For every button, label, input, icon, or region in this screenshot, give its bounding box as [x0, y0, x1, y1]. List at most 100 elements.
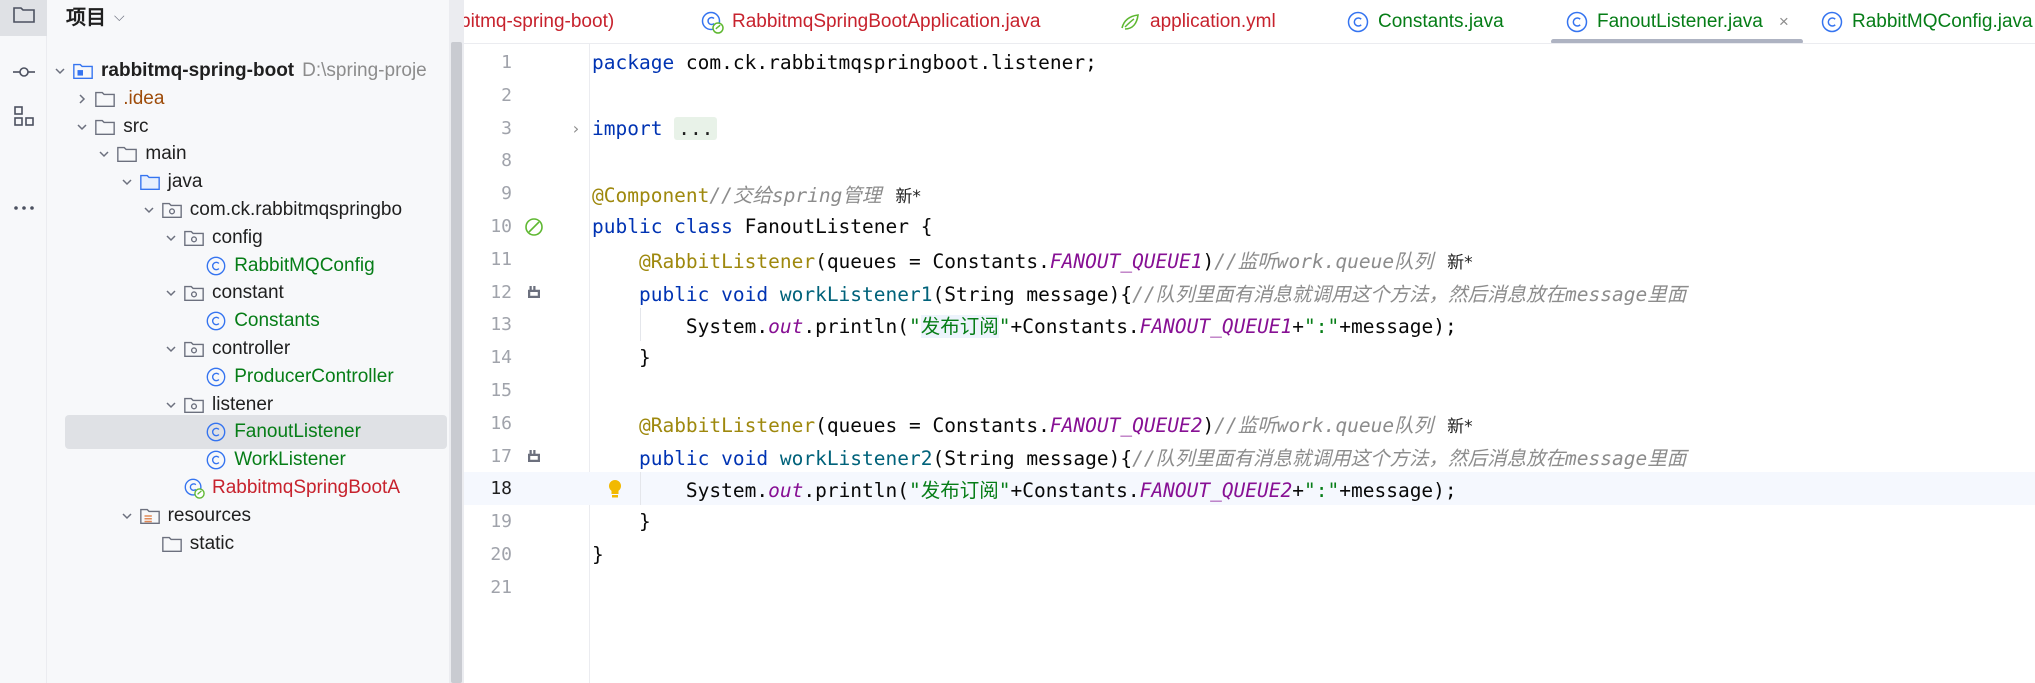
- code-text: ): [1202, 249, 1215, 273]
- code-content: public void workListener1(String message…: [592, 278, 1686, 307]
- editor-tab[interactable]: RabbitMQConfig.java: [1820, 0, 2033, 43]
- gutter-marker[interactable]: [520, 442, 548, 470]
- class-icon: [204, 365, 228, 389]
- spring-yml-icon: [1118, 10, 1142, 34]
- code-content: @RabbitListener(queues = Constants.FANOU…: [592, 409, 1473, 438]
- constant: FANOUT_QUEUE2: [1139, 479, 1293, 503]
- tree-item-label: com.ck.rabbitmqspringbo: [189, 199, 403, 220]
- editor-tab[interactable]: application.yml: [1118, 0, 1276, 43]
- code-line[interactable]: 1 package com.ck.rabbitmqspringboot.liste…: [464, 46, 2035, 79]
- editor-tab[interactable]: FanoutListener.java ×: [1551, 0, 1803, 43]
- keyword: public void: [638, 446, 769, 470]
- close-icon[interactable]: ×: [1779, 12, 1789, 32]
- more-tools-button[interactable]: [0, 186, 47, 230]
- author-hint: 新*: [895, 187, 921, 208]
- code-line[interactable]: 18 System.out.println("发布订阅"+Constants.F…: [464, 472, 2035, 506]
- chevron-down-icon[interactable]: [93, 143, 115, 165]
- chevron-down-icon[interactable]: [160, 227, 182, 249]
- folder-icon: [12, 7, 35, 23]
- code-line[interactable]: 21: [464, 571, 2035, 604]
- class-icon: [204, 448, 228, 472]
- line-number: 14: [490, 347, 512, 369]
- string: 发布订阅: [920, 315, 999, 339]
- code-line[interactable]: 2: [464, 79, 2035, 112]
- tree-item-label: RabbitmqSpringBootA: [212, 477, 400, 498]
- code-line[interactable]: 12 public void workListener1(String mess…: [464, 276, 2035, 309]
- class-icon: [1565, 10, 1589, 34]
- code-line[interactable]: 13 System.out.println("发布订阅"+Constants.F…: [464, 308, 2035, 341]
- code-line[interactable]: 10 public class FanoutListener {: [464, 210, 2035, 243]
- code-line[interactable]: 14 }: [464, 341, 2035, 374]
- code-line[interactable]: 15: [464, 374, 2035, 407]
- chevron-right-icon[interactable]: ›: [571, 119, 581, 138]
- chevron-down-icon[interactable]: [71, 116, 93, 138]
- line-number: 16: [490, 412, 512, 434]
- package-icon: [160, 198, 184, 222]
- chevron-right-icon[interactable]: [71, 88, 93, 110]
- chevron-down-icon[interactable]: [49, 60, 71, 82]
- line-number: 1: [501, 52, 512, 73]
- chevron-down-icon[interactable]: [160, 282, 182, 304]
- annotation: @RabbitListener: [638, 249, 816, 273]
- editor-tab[interactable]: bitmq-spring-boot): [464, 0, 615, 43]
- tree-item-label: rabbitmq-spring-boot: [101, 60, 295, 81]
- code-content: public void workListener2(String message…: [592, 442, 1686, 471]
- source-folder-icon: [138, 170, 162, 194]
- line-number: 21: [490, 576, 512, 598]
- tree-item-label: FanoutListener: [234, 421, 361, 443]
- commit-tool-button[interactable]: [0, 50, 47, 94]
- code-text: System.: [685, 315, 769, 339]
- tree-item[interactable]: static: [47, 526, 449, 562]
- comment: //监听work.queue队列: [1214, 413, 1434, 437]
- scrollbar-thumb[interactable]: [451, 42, 462, 683]
- chevron-down-icon[interactable]: [138, 199, 160, 221]
- tree-item-label: RabbitMQConfig: [234, 254, 375, 276]
- code-editor[interactable]: 1 package com.ck.rabbitmqspringboot.liste…: [464, 44, 2035, 683]
- tree-item-label: controller: [212, 338, 291, 359]
- editor-tab[interactable]: RabbitmqSpringBootApplication.java: [700, 0, 1041, 43]
- code-line[interactable]: 9 @Component//交给spring管理 新*: [464, 177, 2035, 210]
- tree-item-label: ProducerController: [234, 365, 394, 387]
- code-content: @Component//交给spring管理 新*: [592, 179, 921, 208]
- constant: FANOUT_QUEUE1: [1139, 315, 1293, 339]
- package-icon: [182, 337, 206, 361]
- keyword: public class: [592, 215, 733, 238]
- code-line[interactable]: 8: [464, 144, 2035, 177]
- class-icon: [1820, 10, 1844, 34]
- tab-label: RabbitmqSpringBootApplication.java: [732, 11, 1041, 32]
- project-view-title: 项目: [66, 6, 106, 29]
- project-tool-button[interactable]: [0, 0, 47, 36]
- code-line[interactable]: 16 @RabbitListener(queues = Constants.FA…: [464, 407, 2035, 440]
- code-line[interactable]: 11 @RabbitListener(queues = Constants.FA…: [464, 243, 2035, 276]
- code-line[interactable]: 19 }: [464, 505, 2035, 538]
- chevron-down-icon[interactable]: [160, 338, 182, 360]
- line-number: 13: [490, 314, 512, 336]
- class-icon: [204, 309, 228, 333]
- code-content: import ...: [592, 116, 718, 140]
- code-line[interactable]: 17 public void workListener2(String mess…: [464, 440, 2035, 473]
- editor-tab[interactable]: Constants.java: [1346, 0, 1504, 43]
- project-view-selector[interactable]: 项目 ⌵: [66, 0, 125, 30]
- chevron-down-icon[interactable]: [116, 505, 138, 527]
- tab-label: bitmq-spring-boot): [464, 11, 615, 32]
- comment: //交给spring管理: [709, 184, 882, 208]
- chevron-down-icon[interactable]: [160, 394, 182, 416]
- class-icon: [1346, 10, 1370, 34]
- line-number: 2: [501, 84, 512, 106]
- code-text: System.: [685, 479, 769, 503]
- structure-tool-button[interactable]: [0, 94, 47, 138]
- gutter-marker[interactable]: [520, 278, 548, 306]
- folder-icon: [160, 532, 184, 556]
- code-text: .println(: [803, 479, 910, 503]
- string: ":": [1304, 479, 1340, 503]
- project-scrollbar[interactable]: [449, 0, 464, 683]
- code-line[interactable]: 3 › import ...: [464, 112, 2035, 145]
- chevron-down-icon[interactable]: [116, 171, 138, 193]
- code-line[interactable]: 20}: [464, 538, 2035, 571]
- gutter-marker[interactable]: [520, 213, 548, 241]
